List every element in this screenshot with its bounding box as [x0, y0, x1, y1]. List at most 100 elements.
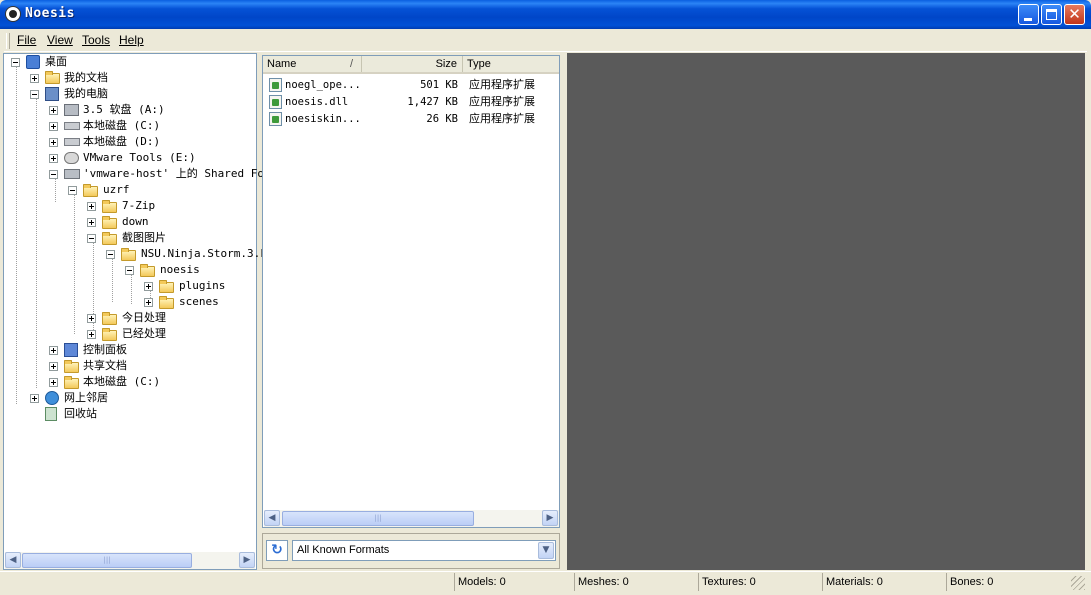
- status-meshes: Meshes: 0: [574, 573, 698, 591]
- collapse-toggle[interactable]: [30, 90, 39, 99]
- expand-toggle[interactable]: [144, 282, 153, 291]
- recycle-bin-icon: [45, 407, 57, 421]
- column-name[interactable]: Name /: [263, 56, 362, 72]
- menu-help[interactable]: Help: [119, 33, 144, 47]
- menu-tools[interactable]: Tools: [82, 33, 110, 47]
- menu-grip: [6, 33, 10, 49]
- folder-icon: [64, 360, 79, 373]
- resize-grip[interactable]: [1071, 576, 1085, 590]
- scroll-left-button[interactable]: ◀: [264, 510, 280, 526]
- folder-icon: [83, 184, 98, 197]
- scroll-left-button[interactable]: ◀: [5, 552, 21, 568]
- folder-icon: [140, 264, 155, 277]
- tree-item-label: 今日处理: [122, 311, 166, 324]
- chevron-down-icon[interactable]: ▼: [538, 542, 554, 559]
- tree-item-label: 我的电脑: [64, 87, 108, 100]
- menu-file-label: File: [17, 33, 37, 47]
- tree-item-label: VMware Tools (E:): [83, 151, 196, 164]
- cd-drive-icon: [64, 152, 79, 164]
- file-type: 应用程序扩展: [469, 112, 535, 125]
- expand-toggle[interactable]: [30, 74, 39, 83]
- menu-file[interactable]: File: [17, 33, 36, 47]
- collapse-toggle[interactable]: [49, 170, 58, 179]
- file-row[interactable]: noegl_ope... 501 KB 应用程序扩展: [269, 77, 559, 93]
- folder-icon: [159, 280, 174, 293]
- refresh-icon: ↻: [271, 542, 283, 558]
- tree-line: [16, 66, 17, 404]
- file-list-panel[interactable]: Name / Size Type noegl_ope... 501 KB 应用程…: [262, 55, 560, 528]
- folder-icon: [102, 200, 117, 213]
- file-row[interactable]: noesis.dll 1,427 KB 应用程序扩展: [269, 94, 559, 110]
- tree-item-label: 7-Zip: [122, 199, 156, 212]
- folder-icon: [102, 216, 117, 229]
- tree-item-label: 本地磁盘 (C:): [83, 119, 161, 132]
- folder-tree-panel[interactable]: 桌面 我的文档 我的电脑 3.5 软盘 (A:) 本地磁盘 (C:) 本地磁盘 …: [3, 53, 271, 570]
- collapse-toggle[interactable]: [11, 58, 20, 67]
- column-type[interactable]: Type: [463, 56, 559, 72]
- network-drive-icon: [64, 169, 80, 179]
- expand-toggle[interactable]: [87, 314, 96, 323]
- tree-item-label: 3.5 软盘 (A:): [83, 103, 165, 116]
- tree-item-label: 控制面板: [83, 343, 127, 356]
- noesis-app-icon[interactable]: [5, 6, 21, 22]
- expand-toggle[interactable]: [49, 106, 58, 115]
- scroll-right-button[interactable]: ▶: [239, 552, 255, 568]
- expand-toggle[interactable]: [30, 394, 39, 403]
- column-type-label: Type: [467, 58, 491, 70]
- tree-item-label: 截图图片: [122, 231, 166, 244]
- file-size: 1,427 KB: [407, 96, 458, 108]
- format-filter-select[interactable]: All Known Formats ▼: [292, 540, 556, 561]
- tree-item-label: 回收站: [64, 407, 97, 420]
- menu-view[interactable]: View: [47, 33, 73, 47]
- file-type: 应用程序扩展: [469, 78, 535, 91]
- tree-horizontal-scrollbar[interactable]: ◀ ▶: [5, 552, 255, 569]
- folder-icon: [159, 296, 174, 309]
- format-filter-value: All Known Formats: [297, 544, 390, 556]
- scroll-thumb[interactable]: [282, 511, 474, 526]
- window-title: Noesis: [25, 6, 75, 21]
- expand-toggle[interactable]: [49, 154, 58, 163]
- collapse-toggle[interactable]: [87, 234, 96, 243]
- expand-toggle[interactable]: [87, 330, 96, 339]
- my-documents-icon: [45, 71, 60, 84]
- tree-line: [36, 98, 37, 388]
- minimize-button[interactable]: [1018, 4, 1039, 25]
- status-materials: Materials: 0: [822, 573, 946, 591]
- file-list-header: Name / Size Type: [263, 56, 559, 74]
- desktop-icon: [26, 55, 40, 69]
- scroll-right-button[interactable]: ▶: [542, 510, 558, 526]
- column-size[interactable]: Size: [362, 56, 463, 72]
- floppy-drive-icon: [64, 104, 79, 116]
- expand-toggle[interactable]: [49, 138, 58, 147]
- maximize-button[interactable]: [1041, 4, 1062, 25]
- collapse-toggle[interactable]: [68, 186, 77, 195]
- file-list-horizontal-scrollbar[interactable]: ◀ ▶: [264, 510, 559, 527]
- collapse-toggle[interactable]: [125, 266, 134, 275]
- expand-toggle[interactable]: [87, 218, 96, 227]
- close-button[interactable]: ✕: [1064, 4, 1085, 25]
- computer-icon: [45, 87, 59, 101]
- expand-toggle[interactable]: [49, 346, 58, 355]
- status-models: Models: 0: [454, 573, 574, 591]
- sort-indicator-icon: /: [349, 58, 353, 70]
- collapse-toggle[interactable]: [106, 250, 115, 259]
- tree-item-label: down: [122, 215, 149, 228]
- menu-help-label: Help: [119, 33, 144, 47]
- tree-item-label: 本地磁盘 (D:): [83, 135, 161, 148]
- hard-disk-icon: [64, 138, 80, 146]
- expand-toggle[interactable]: [144, 298, 153, 307]
- tree-item-label: 'vmware-host' 上的 Shared Fol: [83, 167, 271, 180]
- scroll-thumb[interactable]: [22, 553, 192, 568]
- folder-icon: [121, 248, 136, 261]
- 3d-viewport[interactable]: [567, 53, 1085, 570]
- menu-view-label: View: [47, 33, 73, 47]
- tree-item-label: 我的文档: [64, 71, 108, 84]
- file-size: 501 KB: [420, 79, 458, 91]
- expand-toggle[interactable]: [49, 378, 58, 387]
- expand-toggle[interactable]: [49, 362, 58, 371]
- tree-item-label: 本地磁盘 (C:): [83, 375, 161, 388]
- expand-toggle[interactable]: [49, 122, 58, 131]
- expand-toggle[interactable]: [87, 202, 96, 211]
- file-row[interactable]: noesiskin... 26 KB 应用程序扩展: [269, 111, 559, 127]
- refresh-button[interactable]: ↻: [266, 540, 288, 561]
